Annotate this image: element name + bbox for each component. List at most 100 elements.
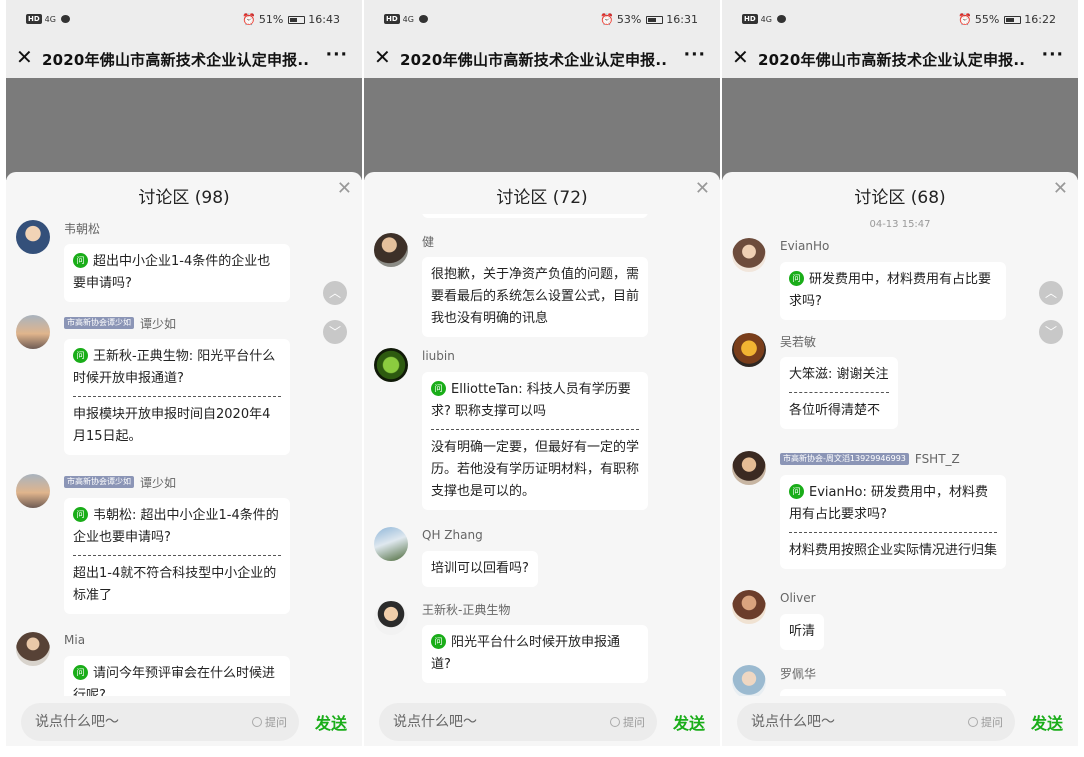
message-bubble[interactable]: 问请问今年预评审会在什么时候进行呢? xyxy=(64,656,290,696)
bottom-strip xyxy=(364,746,720,757)
battery-icon xyxy=(288,15,306,24)
avatar[interactable] xyxy=(16,632,50,666)
avatar[interactable] xyxy=(732,238,766,272)
page-title: 2020年佛山市高新技术企业认定申报... xyxy=(42,51,308,69)
hd-icon: HD xyxy=(26,14,42,24)
message-bubble[interactable]: 大笨滋: 谢谢关注 各位听得清楚不 xyxy=(780,357,898,429)
avatar[interactable] xyxy=(16,220,50,254)
avatar[interactable] xyxy=(732,333,766,367)
avatar[interactable] xyxy=(732,665,766,696)
comment-input-box[interactable]: 提问 xyxy=(737,703,1015,741)
bottom-strip xyxy=(722,746,1078,757)
ask-label: 提问 xyxy=(265,716,287,729)
chat-icon xyxy=(776,15,786,23)
avatar[interactable] xyxy=(16,474,50,508)
ask-question-toggle[interactable]: 提问 xyxy=(968,714,1003,730)
role-badge: 市高新协会-周文滔13929946993 xyxy=(780,453,909,465)
sender-name: 健 xyxy=(422,234,435,249)
comment-input[interactable] xyxy=(35,712,185,732)
sheet-close-icon[interactable]: ✕ xyxy=(1053,178,1068,199)
sender-name: 韦朝松 xyxy=(64,221,101,236)
timestamp: 04-13 15:47 xyxy=(869,219,931,230)
question-text: 阳光平台什么时候开放申报通道? xyxy=(431,635,621,672)
avatar[interactable] xyxy=(374,601,408,635)
status-bar: HD 4G ⏰ 51% 16:43 xyxy=(6,0,362,42)
scroll-down-button[interactable]: ﹀ xyxy=(1039,320,1063,344)
question-text: EvianHo: 研发费用中，材料费用有占比要求吗? xyxy=(789,485,988,522)
sheet-close-icon[interactable]: ✕ xyxy=(695,178,710,199)
answer-text: 各位听得清楚不 xyxy=(789,403,881,418)
message-bubble[interactable]: 听清 xyxy=(780,614,825,650)
ask-label: 提问 xyxy=(981,716,1003,729)
send-button[interactable]: 发送 xyxy=(1031,710,1063,734)
avatar[interactable] xyxy=(374,348,408,382)
comment-input-box[interactable]: 提问 xyxy=(21,703,299,741)
comment-input[interactable] xyxy=(751,712,901,732)
comment-input-box[interactable]: 提问 xyxy=(379,703,657,741)
question-icon: 问 xyxy=(73,253,88,268)
scroll-up-button[interactable]: ︿ xyxy=(323,281,347,305)
clock: 16:22 xyxy=(1024,13,1056,26)
phone-screen-3: HD 4G ⏰ 55% 16:22 ✕ 2020年佛山市高新技术企业认定申报..… xyxy=(722,0,1078,757)
comment-input[interactable] xyxy=(393,712,543,732)
message-bubble[interactable]: 问王新秋-正典生物: 阳光平台什么时候开放申报通道? 申报模块开放申报时间自20… xyxy=(64,339,290,455)
message-bubble[interactable]: 问研发费用中，材料费用有占比要求吗? xyxy=(780,262,1006,320)
answer-text: 培训可以回看吗? xyxy=(431,561,529,576)
question-text: 王新秋-正典生物: 阳光平台什么时候开放申报通道? xyxy=(73,349,276,386)
hd-icon: HD xyxy=(384,14,400,24)
more-icon[interactable]: ··· xyxy=(1042,45,1064,65)
message-bubble[interactable]: 问韦朝松: 超出中小企业1-4条件的企业也要申请吗? 超出1-4就不符合科技型中… xyxy=(64,498,290,614)
answer-text: 申报模块开放申报时间自2020年4月15日起。 xyxy=(73,407,271,444)
ask-label: 提问 xyxy=(623,716,645,729)
message-bubble[interactable]: 问超出中小企业1-4条件的企业也要申请吗? xyxy=(64,244,290,302)
divider xyxy=(789,392,889,393)
alarm-icon: ⏰ xyxy=(242,13,256,26)
answer-text: 很抱歉，关于净资产负值的问题，需要看最后的系统怎么设置公式，目前我也没有明确的讯… xyxy=(431,267,640,326)
page-title: 2020年佛山市高新技术企业认定申报... xyxy=(400,51,666,69)
discussion-title: 讨论区 (98) xyxy=(138,188,230,208)
scroll-down-button[interactable]: ﹀ xyxy=(323,320,347,344)
message-bubble[interactable]: 问阳光平台什么时候开放申报通道? xyxy=(422,625,648,683)
scroll-up-button[interactable]: ︿ xyxy=(1039,281,1063,305)
more-icon[interactable]: ··· xyxy=(326,45,348,65)
divider xyxy=(431,429,639,430)
avatar[interactable] xyxy=(732,590,766,624)
message-list[interactable]: 健 很抱歉，关于净资产负值的问题，需要看最后的系统怎么设置公式，目前我也没有明确… xyxy=(364,214,720,696)
chevron-down-icon: ﹀ xyxy=(1044,325,1057,339)
close-icon[interactable]: ✕ xyxy=(16,45,33,69)
chevron-down-icon: ﹀ xyxy=(328,325,341,339)
sender-name: QH Zhang xyxy=(422,528,483,542)
close-icon[interactable]: ✕ xyxy=(374,45,391,69)
video-player[interactable] xyxy=(364,78,720,180)
message-bubble[interactable]: 很抱歉，关于净资产负值的问题，需要看最后的系统怎么设置公式，目前我也没有明确的讯… xyxy=(422,257,648,337)
message-bubble[interactable]: 问 EvianHo: 研发费用中，材料费用有占比要求吗? 材料费用按照企业实际情况… xyxy=(780,475,1006,569)
chat-icon xyxy=(418,15,428,23)
question-icon: 问 xyxy=(431,381,446,396)
title-bar: ✕ 2020年佛山市高新技术企业认定申报... ··· xyxy=(364,42,720,78)
send-button[interactable]: 发送 xyxy=(673,710,705,734)
avatar[interactable] xyxy=(732,451,766,485)
radio-icon xyxy=(252,717,262,727)
sheet-close-icon[interactable]: ✕ xyxy=(337,178,352,199)
message-list[interactable]: 韦朝松 问超出中小企业1-4条件的企业也要申请吗? 市高新协会谭少如 谭少如 问王… xyxy=(6,214,362,696)
avatar[interactable] xyxy=(374,527,408,561)
ask-question-toggle[interactable]: 提问 xyxy=(252,714,287,730)
message-list[interactable]: 04-13 15:47 EvianHo 问研发费用中，材料费用有占比要求吗? 吴… xyxy=(722,214,1078,696)
ask-question-toggle[interactable]: 提问 xyxy=(610,714,645,730)
message-bubble[interactable] xyxy=(780,689,1006,696)
close-icon[interactable]: ✕ xyxy=(732,45,749,69)
sender-name: Mia xyxy=(64,633,86,647)
avatar[interactable] xyxy=(374,233,408,267)
avatar[interactable] xyxy=(16,315,50,349)
message-bubble[interactable]: 培训可以回看吗? xyxy=(422,551,538,587)
discussion-sheet: 讨论区 (72) ✕ 健 很抱歉，关于净资产负值的问题，需要看最后的系统怎么设置… xyxy=(364,172,720,696)
question-text: 研发费用中，材料费用有占比要求吗? xyxy=(789,272,992,309)
message-bubble[interactable]: 问 ElliotteTan: 科技人员有学历要求? 职称支撑可以吗 没有明确一定要… xyxy=(422,372,648,510)
more-icon[interactable]: ··· xyxy=(684,45,706,65)
send-button[interactable]: 发送 xyxy=(315,710,347,734)
video-player[interactable] xyxy=(6,78,362,180)
battery-percent: 51% xyxy=(258,13,284,26)
sender-name: liubin xyxy=(422,349,455,363)
video-player[interactable] xyxy=(722,78,1078,180)
sender-name: 王新秋-正典生物 xyxy=(422,602,511,617)
